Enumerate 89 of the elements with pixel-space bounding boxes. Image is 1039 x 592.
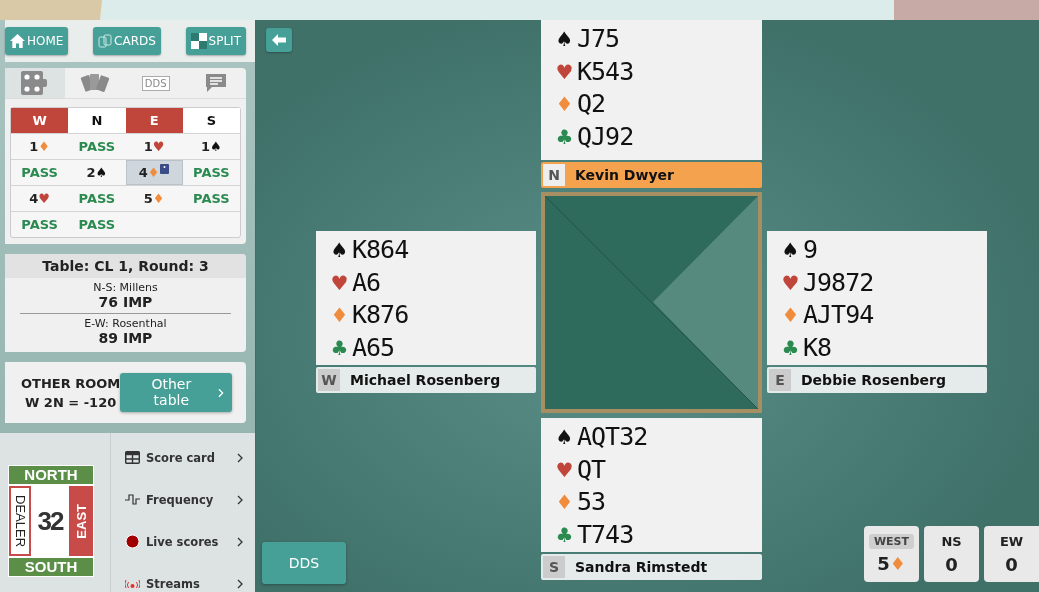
- chevron-icon: [237, 452, 243, 463]
- bid-cell-text: 4♥: [28, 190, 51, 208]
- tab[interactable]: DDS: [125, 68, 186, 98]
- seat-header: S: [182, 108, 240, 133]
- back-button[interactable]: [266, 28, 292, 52]
- chevron-icon: [237, 536, 243, 547]
- suit-holding: ♠ J75: [554, 23, 621, 55]
- bid-cell-text: 1♦: [28, 138, 51, 156]
- score-label: NS: [940, 533, 963, 550]
- suit-holding: ♥ A6: [329, 266, 382, 299]
- team-name: N-S: Millens: [92, 281, 159, 294]
- menu-item[interactable]: Live scores: [125, 533, 255, 550]
- seat-header: N: [68, 108, 126, 133]
- seat-letter: N: [543, 164, 565, 186]
- bid-cell-text: PASS: [77, 216, 117, 234]
- suit-holding: ♦ AJT94: [780, 299, 875, 331]
- seat-letter: W: [318, 369, 340, 391]
- bid-cell-text: PASS: [192, 164, 231, 182]
- suit-holding: ♠ AQT32: [554, 421, 649, 453]
- board-number: 32: [36, 504, 64, 538]
- tab[interactable]: [5, 68, 66, 98]
- menu-item[interactable]: Streams: [125, 575, 255, 592]
- score-label: WEST: [868, 534, 915, 549]
- suit-holding: ♥ J9872: [780, 266, 875, 299]
- player-name: Kevin Dwyer: [575, 167, 674, 183]
- bid-cell-text: PASS: [20, 216, 59, 234]
- broadcast-icon: [125, 579, 140, 588]
- chevron-icon: [218, 387, 224, 398]
- nav-button[interactable]: CARDS: [93, 27, 161, 55]
- suit-holding: ♣ QJ92: [554, 120, 635, 153]
- suit-holding: ♦ Q2: [554, 88, 607, 120]
- arrow-left-icon: [272, 34, 286, 46]
- team-score: 89 IMP: [97, 330, 154, 346]
- home-icon: [10, 34, 25, 48]
- chevron-icon: [237, 578, 243, 589]
- menu-item[interactable]: Score card: [125, 449, 255, 466]
- score-value: 0: [1005, 554, 1018, 575]
- north-label: NORTH: [9, 466, 93, 484]
- card-fan-icon: [80, 72, 111, 94]
- suit-holding: ♠ 9: [780, 234, 819, 266]
- player-name: Michael Rosenberg: [350, 372, 501, 388]
- chat-icon: [204, 73, 227, 93]
- bid-cell-text: 1♠: [200, 138, 223, 156]
- suit-holding: ♦ 53: [554, 486, 607, 518]
- score-label: EW: [998, 533, 1025, 550]
- seat-letter: E: [769, 369, 791, 391]
- dds-button[interactable]: DDS: [262, 542, 346, 584]
- bid-cell-text: PASS: [192, 190, 231, 208]
- cards-icon: [98, 33, 113, 49]
- bid-cell: 4♦: [125, 160, 183, 185]
- table-icon: [125, 451, 140, 464]
- bid-cell-text: PASS: [20, 164, 59, 182]
- split-icon: [190, 33, 207, 49]
- score-value: 5♦: [877, 553, 906, 574]
- pulse-icon: [125, 493, 140, 506]
- nav-button[interactable]: HOME: [5, 27, 69, 55]
- live-dot-icon: [125, 534, 140, 549]
- bid-cell-text: 1♥: [142, 138, 166, 156]
- seat-header: E: [125, 108, 183, 133]
- suit-holding: ♥ QT: [554, 453, 607, 486]
- south-label: SOUTH: [9, 558, 93, 576]
- team-score: 76 IMP: [97, 294, 154, 310]
- nav-button[interactable]: SPLIT: [185, 27, 246, 55]
- other-room-result: W 2N = -120: [25, 394, 117, 410]
- other-table-button[interactable]: Other table: [120, 373, 232, 412]
- suit-holding: ♠ K864: [329, 234, 410, 266]
- bid-cell-text: PASS: [77, 190, 117, 208]
- seat-letter: S: [543, 556, 565, 578]
- bid-cell-text: 2♠: [85, 164, 109, 182]
- dealer-label: DEALER: [9, 486, 31, 556]
- suit-holding: ♥ K543: [554, 55, 635, 88]
- suit-holding: ♣ T743: [554, 518, 635, 551]
- suit-holding: ♣ K8: [780, 331, 833, 364]
- suit-holding: ♦ K876: [329, 299, 410, 331]
- player-name: Sandra Rimstedt: [575, 559, 708, 575]
- other-room-label: OTHER ROOM: [21, 375, 121, 391]
- east-label: EAST: [69, 486, 93, 556]
- team-name: E-W: Rosenthal: [83, 317, 168, 330]
- table-title: Table: CL 1, Round: 3: [5, 254, 246, 278]
- seat-header: W: [11, 108, 69, 133]
- score-value: 0: [945, 554, 958, 575]
- menu-item[interactable]: Frequency: [125, 491, 255, 508]
- player-name: Debbie Rosenberg: [801, 372, 946, 388]
- suits-icon: [21, 71, 50, 95]
- suit-holding: ♣ A65: [329, 331, 396, 364]
- bid-cell-text: PASS: [77, 138, 117, 156]
- bid-cell-text: 5♦: [142, 190, 166, 208]
- dds-label: DDS: [141, 75, 170, 91]
- chevron-icon: [237, 494, 243, 505]
